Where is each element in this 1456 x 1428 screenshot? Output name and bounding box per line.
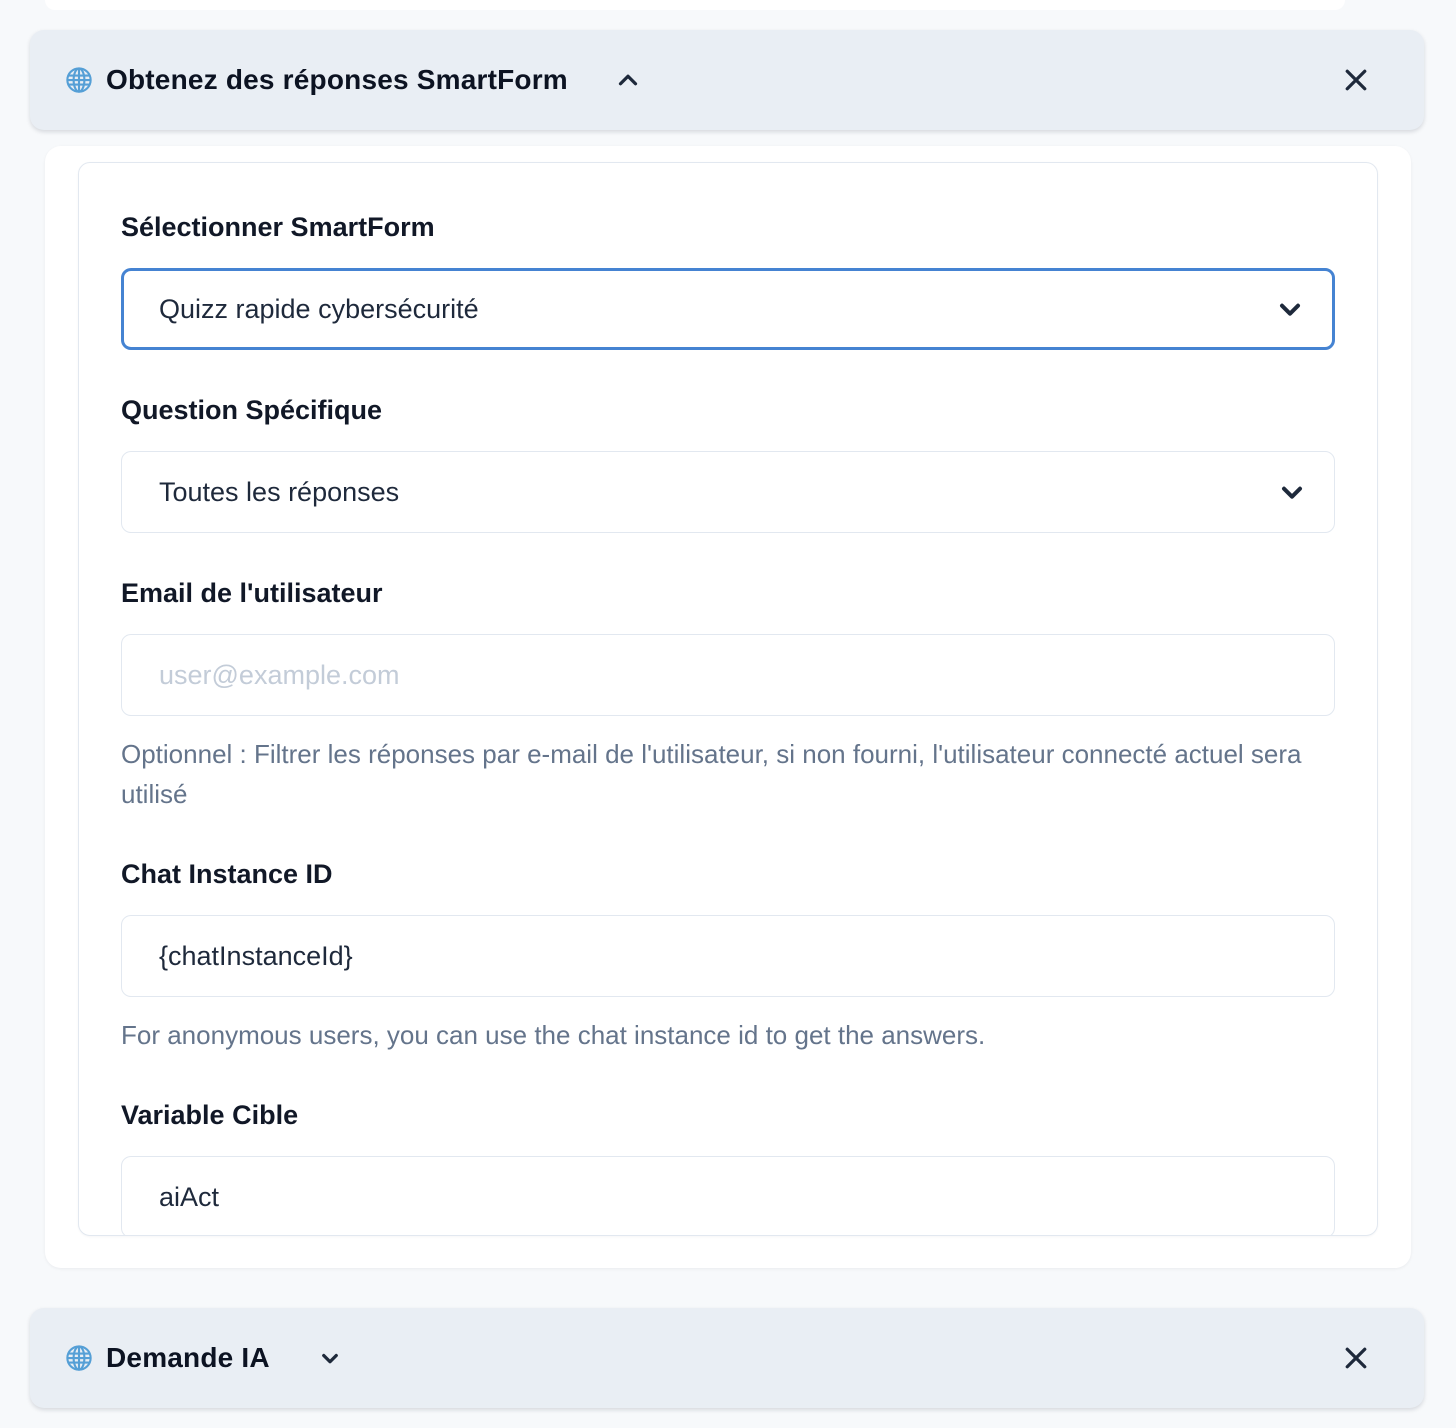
field-label: Email de l'utilisateur <box>121 577 1335 610</box>
collapse-button[interactable] <box>610 62 646 98</box>
block-title: Demande IA <box>106 1342 270 1374</box>
close-button[interactable] <box>1338 1340 1374 1376</box>
expand-button[interactable] <box>312 1340 348 1376</box>
globe-icon <box>64 65 94 95</box>
field-label: Chat Instance ID <box>121 858 1335 891</box>
field-chat-instance-id: Chat Instance ID For anonymous users, yo… <box>121 858 1335 1055</box>
field-label: Sélectionner SmartForm <box>121 211 1335 244</box>
question-select[interactable]: Toutes les réponses <box>121 451 1335 533</box>
field-variable-cible: Variable Cible <box>121 1099 1335 1236</box>
field-select-smartform: Sélectionner SmartForm Quizz rapide cybe… <box>121 211 1335 350</box>
smartform-block-body: Sélectionner SmartForm Quizz rapide cybe… <box>45 146 1411 1268</box>
smartform-select[interactable]: Quizz rapide cybersécurité <box>121 268 1335 350</box>
chevron-down-icon <box>1274 293 1306 325</box>
user-email-input[interactable] <box>121 634 1335 716</box>
variable-cible-input[interactable] <box>121 1156 1335 1236</box>
helper-text: Optionnel : Filtrer les réponses par e-m… <box>121 734 1335 814</box>
smartform-block-header[interactable]: Obtenez des réponses SmartForm <box>30 30 1424 130</box>
field-user-email: Email de l'utilisateur Optionnel : Filtr… <box>121 577 1335 814</box>
block-title: Obtenez des réponses SmartForm <box>106 64 568 96</box>
field-question-specifique: Question Spécifique Toutes les réponses <box>121 394 1335 533</box>
field-label: Variable Cible <box>121 1099 1335 1132</box>
previous-panel-edge <box>45 0 1345 10</box>
helper-text: For anonymous users, you can use the cha… <box>121 1015 1335 1055</box>
selected-option-text: Toutes les réponses <box>159 477 399 508</box>
selected-option-text: Quizz rapide cybersécurité <box>159 294 479 325</box>
globe-icon <box>64 1343 94 1373</box>
chevron-down-icon <box>315 1343 345 1373</box>
smartform-config-card: Sélectionner SmartForm Quizz rapide cybe… <box>78 162 1378 1236</box>
chevron-down-icon <box>1276 476 1308 508</box>
close-icon <box>1341 65 1371 95</box>
close-button[interactable] <box>1338 62 1374 98</box>
chevron-up-icon <box>613 65 643 95</box>
field-label: Question Spécifique <box>121 394 1335 427</box>
demande-ia-block-header[interactable]: Demande IA <box>30 1308 1424 1408</box>
chat-instance-id-input[interactable] <box>121 915 1335 997</box>
close-icon <box>1341 1343 1371 1373</box>
